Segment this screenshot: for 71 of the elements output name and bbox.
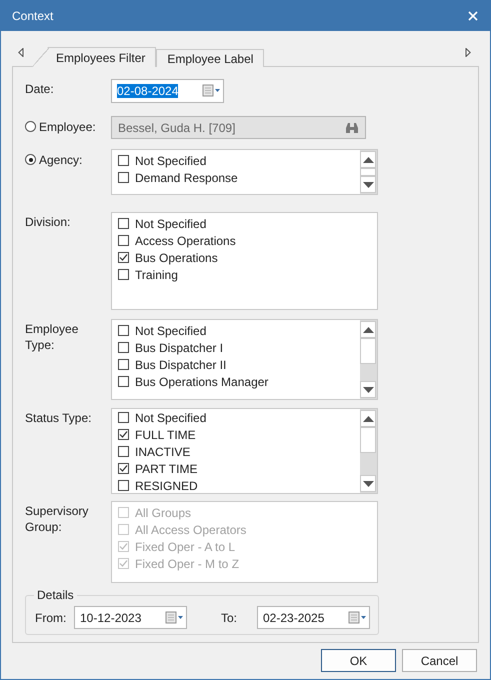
radio-button[interactable] (25, 121, 36, 132)
checkbox[interactable] (118, 235, 129, 246)
radio-label: Employee: (39, 120, 96, 134)
binoculars-icon[interactable] (345, 122, 359, 134)
scroll-down-icon[interactable] (362, 386, 374, 392)
checkbox-label: Demand Response (135, 170, 238, 184)
date-field[interactable]: 02-23-2025 (257, 606, 370, 629)
checkbox-label: Bus Dispatcher II (135, 358, 226, 372)
scroll-right-icon[interactable] (465, 48, 471, 57)
field-label: Date: (25, 81, 55, 98)
checkbox[interactable] (118, 463, 129, 474)
field-label: Employee Type: (25, 321, 80, 354)
tab[interactable]: Employee Label (156, 49, 264, 67)
scroll-up-icon[interactable] (362, 326, 374, 332)
scroll-left-icon[interactable] (18, 48, 24, 57)
radio-button[interactable] (25, 154, 36, 165)
field-label: Division: (25, 214, 72, 231)
checkbox-label: Access Operations (135, 234, 236, 248)
checkbox[interactable] (118, 376, 129, 387)
date-field[interactable]: 02-08-2024 (111, 79, 224, 103)
checkbox[interactable] (118, 480, 129, 491)
window-title: Context (12, 9, 54, 23)
calendar-dropdown-icon[interactable] (165, 610, 183, 626)
checkbox[interactable] (118, 342, 129, 353)
ok-button[interactable]: OK (321, 649, 396, 672)
checkbox[interactable] (118, 325, 129, 336)
checkbox-label: Not Specified (135, 410, 206, 424)
checkbox[interactable] (118, 269, 129, 280)
checkbox-label: Training (135, 268, 178, 282)
checkbox-label: PART TIME (135, 462, 198, 476)
date-field[interactable]: 10-12-2023 (74, 606, 187, 629)
checkbox-label: Not Specified (135, 324, 206, 338)
checkbox[interactable] (118, 155, 129, 166)
tab[interactable]: Employees Filter (32, 47, 156, 67)
scroll-down-icon[interactable] (362, 182, 374, 188)
checkbox[interactable] (118, 446, 129, 457)
checkbox[interactable] (118, 172, 129, 183)
scroll-up-icon[interactable] (362, 156, 374, 162)
checkbox-label: Fixed Oper - A to L (135, 540, 236, 554)
field-label: To: (221, 610, 238, 624)
checkbox-label: Bus Dispatcher I (135, 340, 224, 354)
scroll-up-icon[interactable] (362, 416, 374, 422)
checkbox-label: Bus Operations (135, 250, 218, 264)
scrollbar[interactable] (360, 150, 377, 194)
checkbox-label: Not Specified (135, 154, 206, 168)
field-label: Status Type: (25, 410, 92, 427)
calendar-dropdown-icon[interactable] (202, 83, 220, 99)
checkbox[interactable] (118, 429, 129, 440)
cancel-button[interactable]: Cancel (402, 649, 477, 672)
employee-field[interactable]: Bessel, Guda H. [709] (111, 116, 366, 139)
close-icon[interactable] (468, 11, 478, 21)
group-title: Details (34, 588, 77, 602)
radio-label: Agency: (39, 153, 82, 167)
scroll-down-icon[interactable] (362, 480, 374, 486)
checkbox-label: Fixed Oper - M to Z (135, 556, 240, 570)
checkbox-label: RESIGNED (135, 478, 198, 492)
checkbox[interactable] (118, 218, 129, 229)
checkbox-label: INACTIVE (135, 444, 190, 458)
checkbox-label: All Groups (135, 506, 192, 520)
checkbox-label: FULL TIME (135, 428, 196, 442)
checkbox[interactable] (118, 359, 129, 370)
checkbox-label: Not Specified (135, 216, 206, 230)
checkbox[interactable] (118, 252, 129, 263)
checkbox-label: All Access Operators (135, 522, 246, 536)
scrollbar[interactable] (360, 320, 377, 399)
field-label: From: (35, 610, 68, 624)
checkbox-label: Bus Operations Manager (135, 374, 268, 388)
calendar-dropdown-icon[interactable] (348, 610, 366, 626)
scrollbar[interactable] (360, 409, 377, 493)
field-label: Supervisory Group: (25, 503, 90, 536)
checkbox[interactable] (118, 412, 129, 423)
